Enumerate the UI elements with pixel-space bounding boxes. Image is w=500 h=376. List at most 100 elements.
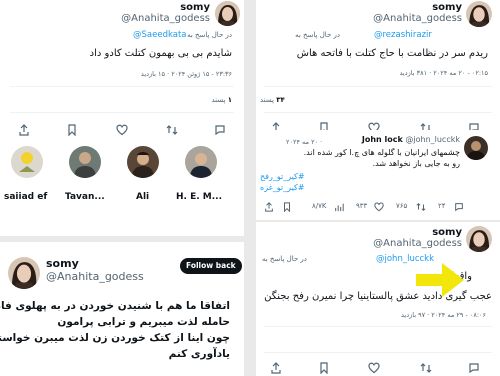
avatar-photo-icon: [185, 146, 217, 178]
avatar: [127, 146, 159, 178]
avatar-photo-icon: [11, 146, 43, 178]
suggested-name: Ali: [136, 192, 150, 202]
replies-count: ۲۴: [438, 202, 446, 210]
avatar-photo-icon: [466, 1, 492, 27]
suggested-account[interactable]: Ali: [124, 146, 164, 206]
bookmark-icon[interactable]: [318, 362, 330, 374]
quote-display-name[interactable]: John lock: [362, 135, 403, 144]
avatar[interactable]: [466, 1, 492, 27]
quoted-tweet-panel: John lock @john_lucckk · ۲۰ مه ۲۰۲۴ چشمه…: [256, 130, 500, 220]
display-name[interactable]: somy: [46, 257, 144, 270]
user-handle[interactable]: @Anahita_godess: [373, 238, 462, 249]
bookmark-icon[interactable]: [66, 124, 78, 136]
likes-stat[interactable]: ۳۴ پسند: [260, 96, 285, 104]
tweet-meta: ۲۳:۳۶ - ۱۵ ژوئن ۲۰۲۴ · ۱۵ بازدید: [140, 70, 232, 78]
display-name[interactable]: somy: [373, 2, 462, 13]
reply-to-link[interactable]: @Saeedkata: [133, 30, 186, 40]
likes-count: ۹۳۳: [356, 202, 368, 210]
suggested-accounts: saiiad ef Tavan... Ali H. E. M...: [0, 146, 244, 216]
reply-prefix: در حال پاسخ به: [262, 255, 307, 263]
avatar[interactable]: [215, 1, 240, 26]
tweet-panel-bottom-left: somy @Anahita_godess Follow back اتفاقا …: [0, 242, 244, 376]
tweet-header: somy @Anahita_godess: [373, 227, 462, 249]
comment-icon[interactable]: [454, 202, 464, 212]
tweet-header: somy @Anahita_godess: [373, 2, 462, 24]
avatar: [69, 146, 101, 178]
avatar: [11, 146, 43, 178]
suggested-name: Tavan...: [65, 192, 105, 202]
avatar-photo-icon: [466, 226, 492, 252]
display-name[interactable]: somy: [121, 2, 210, 13]
suggested-name: saiiad ef: [4, 192, 48, 202]
avatar-photo-icon: [464, 136, 488, 160]
avatar-photo-icon: [127, 146, 159, 178]
share-icon[interactable]: [270, 362, 282, 374]
divider: [10, 112, 234, 113]
tweet-text-line: چون اینا از کتک خوردن زن لذت میبرن خواست…: [0, 332, 230, 344]
divider: [264, 86, 492, 87]
avatar[interactable]: [466, 226, 492, 252]
reply-to-link[interactable]: @rezashirazir: [374, 30, 432, 40]
hashtag-link[interactable]: #کیر_تو_رفح: [260, 172, 305, 181]
divider: [10, 86, 234, 87]
avatar-photo-icon: [215, 1, 240, 26]
tweet-text-line: اتفاقا ما هم با شنیدن خوردن در به پهلوی …: [0, 300, 230, 312]
suggested-account[interactable]: Tavan...: [65, 146, 106, 206]
tweet-text-line: حامله لذت میبریم و ترابی پرامون: [57, 316, 230, 328]
likes-count: ۱: [227, 96, 232, 104]
heart-icon[interactable]: [368, 362, 380, 374]
quote-stats-row: ۸/۷K ۹۳۳ ۷۶۵ ۲۴: [256, 200, 500, 214]
comment-icon[interactable]: [468, 362, 480, 374]
follow-back-button[interactable]: Follow back: [180, 258, 242, 274]
user-handle[interactable]: @Anahita_godess: [373, 13, 462, 24]
avatar-photo-icon: [8, 257, 40, 289]
retweet-icon[interactable]: [166, 124, 178, 136]
suggested-account[interactable]: saiiad ef: [4, 146, 48, 206]
likes-count: ۳۴: [276, 96, 285, 104]
comment-icon[interactable]: [214, 124, 226, 136]
hashtag-link[interactable]: #کیر_تو_غزه: [260, 183, 305, 192]
likes-stat[interactable]: ۱ پسند: [212, 96, 233, 104]
quote-date: · ۲۰ مه ۲۰۲۴: [286, 138, 323, 146]
bookmark-icon[interactable]: [282, 202, 292, 212]
views-count: ۸/۷K: [312, 202, 327, 210]
retweet-icon[interactable]: [420, 362, 432, 374]
heart-icon[interactable]: [374, 202, 384, 212]
quote-handle[interactable]: @john_lucckk: [405, 135, 460, 144]
avatar: [185, 146, 217, 178]
tweet-text-line: یادآوری کنم: [168, 348, 230, 360]
quote-text: چشمهای ایرانیان با گلوله های چ.ا کور شده…: [303, 148, 460, 157]
user-handle[interactable]: @Anahita_godess: [46, 270, 144, 283]
tweet-text: شایدم بی بی بهمون کتلت کادو داد: [89, 48, 232, 59]
suggested-account[interactable]: H. E. M...: [176, 146, 222, 206]
avatar[interactable]: [464, 136, 488, 160]
reply-prefix: در حال پاسخ به: [187, 31, 232, 39]
divider: [264, 112, 492, 113]
tweet-header: somy @Anahita_godess: [46, 257, 144, 283]
likes-label: پسند: [211, 96, 226, 104]
retweets-count: ۷۶۵: [396, 202, 408, 210]
share-icon[interactable]: [18, 124, 30, 136]
share-icon[interactable]: [264, 202, 274, 212]
heart-icon[interactable]: [116, 124, 128, 136]
retweet-icon[interactable]: [416, 202, 426, 212]
tweet-meta: ۰۸:۰۶ - ۲۹ مه ۲۰۲۴ · ۹۷ بازدید: [400, 311, 486, 319]
quote-text: رو به جایی باز نخواهد شد.: [372, 159, 460, 168]
divider: [264, 352, 492, 353]
tweet-text: اتفاقا ما هم با شنیدن خوردن در به پهلوی …: [0, 298, 230, 362]
quote-header: John lock @john_lucckk: [362, 135, 460, 144]
tweet-panel-top-right: somy @Anahita_godess در حال پاسخ به @rez…: [256, 0, 500, 140]
tweet-header: somy @Anahita_godess: [121, 2, 210, 24]
suggested-name: H. E. M...: [176, 192, 222, 202]
views-icon[interactable]: [334, 202, 344, 212]
avatar[interactable]: [8, 257, 40, 289]
arrow-right-icon: [416, 263, 464, 297]
tweet-panel-top-left: somy @Anahita_godess در حال پاسخ به @Sae…: [0, 0, 244, 236]
reply-prefix: در حال پاسخ به: [295, 31, 340, 39]
avatar-photo-icon: [69, 146, 101, 178]
user-handle[interactable]: @Anahita_godess: [121, 13, 210, 24]
display-name[interactable]: somy: [373, 227, 462, 238]
divider: [264, 326, 492, 327]
tweet-text: ریدم سر در نظامت با حاج کتلت با فاتحه ها…: [296, 48, 488, 59]
tweet-meta: ۰۲:۱۵ - ۲۰ مه ۲۰۲۴ · ۳۸۱ بازدید: [399, 69, 488, 77]
